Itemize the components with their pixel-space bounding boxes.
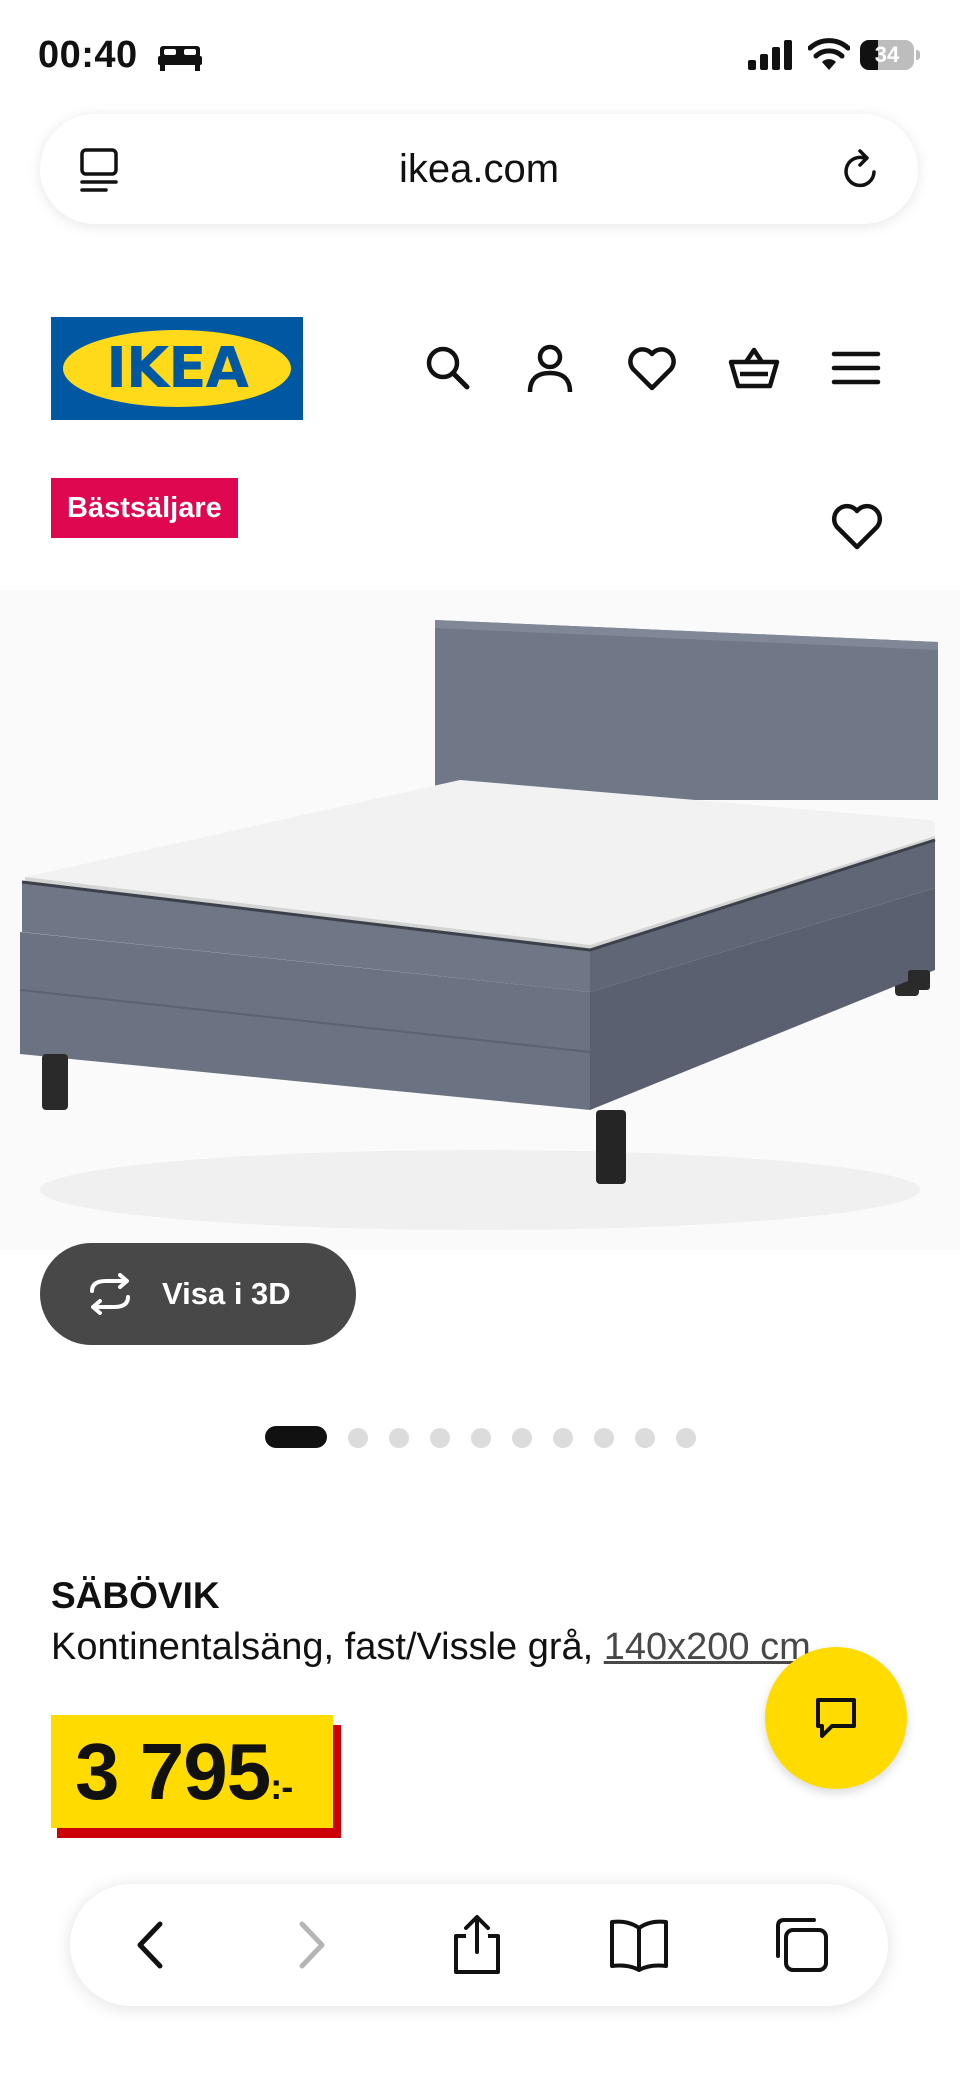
favourites-icon[interactable] [624, 340, 680, 396]
back-icon[interactable] [120, 1914, 182, 1976]
reload-icon[interactable] [840, 148, 882, 192]
carousel-dot[interactable] [389, 1428, 409, 1448]
battery-icon: 34 [860, 40, 914, 70]
product-name: SÄBÖVIK [51, 1575, 220, 1616]
bed-icon [158, 46, 202, 71]
carousel-dot[interactable] [676, 1428, 696, 1448]
carousel-dot[interactable] [430, 1428, 450, 1448]
save-favourite-icon[interactable] [830, 502, 884, 552]
price-suffix: :- [270, 1766, 293, 1807]
carousel-dot[interactable] [348, 1428, 368, 1448]
product-description-text: Kontinentalsäng, fast/Vissle grå, [51, 1626, 604, 1668]
carousel-dot[interactable] [471, 1428, 491, 1448]
search-icon[interactable] [420, 340, 476, 396]
product-description: Kontinentalsäng, fast/Vissle grå, 140x20… [51, 1626, 811, 1669]
price-amount: 3 795 [75, 1727, 271, 1816]
status-bar: 00:40 34 [0, 0, 960, 110]
rotate-3d-icon [90, 1273, 130, 1315]
address-bar[interactable]: ikea.com [40, 114, 918, 224]
carousel-dot[interactable] [635, 1428, 655, 1448]
share-icon[interactable] [446, 1914, 508, 1976]
view-in-3d-label: Visa i 3D [162, 1276, 291, 1311]
logo-text: IKEA [106, 336, 249, 401]
ikea-logo[interactable]: IKEA ® [51, 317, 303, 420]
logo-registered-mark: ® [275, 341, 284, 353]
signal-icon [748, 40, 792, 70]
product-image[interactable] [0, 590, 960, 1250]
price-value: 3 795:- [75, 1715, 293, 1843]
url-text[interactable]: ikea.com [40, 114, 918, 224]
bestseller-badge: Bästsäljare [51, 478, 238, 538]
browser-toolbar [70, 1884, 888, 2006]
chat-icon [816, 1698, 856, 1738]
price-tag: 3 795:- [51, 1715, 333, 1828]
carousel-dot[interactable] [553, 1428, 573, 1448]
bookmarks-icon[interactable] [608, 1914, 670, 1976]
product-size-link[interactable]: 140x200 cm [604, 1626, 811, 1668]
tabs-overview-icon[interactable] [770, 1914, 832, 1976]
forward-icon [299, 1921, 325, 1969]
chat-button[interactable] [765, 1647, 907, 1789]
cart-icon[interactable] [726, 340, 782, 396]
account-icon[interactable] [522, 340, 578, 396]
status-time: 00:40 [38, 34, 138, 76]
view-in-3d-button[interactable]: Visa i 3D [40, 1243, 356, 1345]
wifi-icon [808, 38, 850, 70]
carousel-dot[interactable] [265, 1426, 327, 1448]
carousel-dot[interactable] [594, 1428, 614, 1448]
carousel-dot[interactable] [512, 1428, 532, 1448]
battery-level: 34 [874, 42, 900, 67]
menu-icon[interactable] [828, 340, 884, 396]
battery-tip [916, 50, 920, 60]
bed-illustration [0, 590, 960, 1250]
